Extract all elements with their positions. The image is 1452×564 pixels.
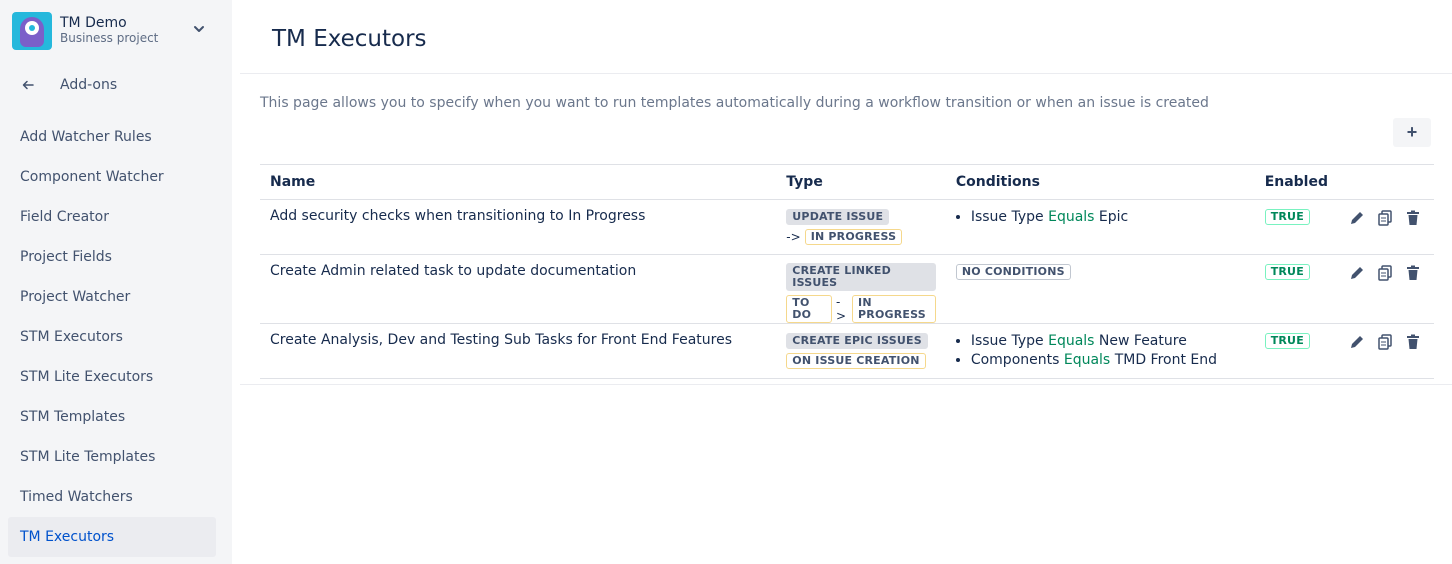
copy-icon[interactable] [1376, 264, 1394, 282]
transition-arrow: -> [835, 295, 847, 323]
executor-type-cell: UPDATE ISSUE -> IN PROGRESS [776, 199, 946, 255]
sidebar-item-component-watcher[interactable]: Component Watcher [8, 157, 216, 197]
type-lozenge: CREATE EPIC ISSUES [786, 333, 928, 349]
conditions-cell: Issue Type Equals New Feature Components… [945, 323, 1255, 379]
trash-icon[interactable] [1404, 209, 1422, 227]
enabled-cell: TRUE [1254, 323, 1339, 379]
column-header-actions [1338, 164, 1434, 200]
table-row: Create Analysis, Dev and Testing Sub Tas… [260, 323, 1434, 379]
executor-name: Create Analysis, Dev and Testing Sub Tas… [260, 323, 777, 379]
enabled-lozenge: TRUE [1264, 333, 1310, 349]
executor-type-cell: CREATE EPIC ISSUES ON ISSUE CREATION [776, 323, 946, 379]
enabled-cell: TRUE [1254, 254, 1339, 324]
project-name: TM Demo [60, 15, 127, 31]
trash-icon[interactable] [1404, 333, 1422, 351]
arrow-left-icon [22, 80, 34, 90]
condition-item: Issue Type Equals Epic [971, 207, 1245, 227]
no-conditions-lozenge: NO CONDITIONS [955, 264, 1071, 280]
back-to-addons-link[interactable]: Add-ons [20, 73, 117, 97]
column-header-enabled: Enabled [1254, 164, 1339, 200]
pencil-icon[interactable] [1348, 333, 1366, 351]
type-lozenge: CREATE LINKED ISSUES [786, 263, 936, 291]
chevron-down-icon[interactable] [192, 22, 206, 36]
executor-type-cell: CREATE LINKED ISSUES TO DO -> IN PROGRES… [776, 254, 946, 324]
sidebar-item-add-watcher-rules[interactable]: Add Watcher Rules [8, 117, 216, 157]
add-executor-button[interactable]: + [1393, 118, 1431, 147]
enabled-cell: TRUE [1254, 199, 1339, 255]
project-type: Business project [60, 31, 159, 45]
sidebar-item-field-creator[interactable]: Field Creator [8, 197, 216, 237]
transition-arrow: -> [786, 230, 801, 244]
pencil-icon[interactable] [1348, 209, 1366, 227]
table-row: Create Admin related task to update docu… [260, 254, 1434, 324]
column-header-conditions: Conditions [945, 164, 1255, 200]
type-lozenge: UPDATE ISSUE [786, 209, 890, 225]
actions-cell [1338, 323, 1434, 379]
table-header-row: Name Type Conditions Enabled [260, 164, 1434, 200]
column-header-name: Name [260, 164, 777, 200]
page-description: This page allows you to specify when you… [260, 95, 1209, 111]
pencil-icon[interactable] [1348, 264, 1366, 282]
column-header-type: Type [776, 164, 946, 200]
executor-name: Add security checks when transitioning t… [260, 199, 777, 255]
condition-item: Issue Type Equals New Feature [971, 331, 1245, 351]
sidebar-item-project-fields[interactable]: Project Fields [8, 237, 216, 277]
sidebar-item-stm-templates[interactable]: STM Templates [8, 397, 216, 437]
enabled-lozenge: TRUE [1264, 209, 1310, 225]
project-switcher[interactable]: TM Demo Business project [12, 12, 222, 50]
monster-avatar-icon [12, 12, 52, 50]
enabled-lozenge: TRUE [1264, 264, 1310, 280]
executors-table: Name Type Conditions Enabled Add securit… [260, 164, 1434, 379]
page-title: TM Executors [272, 26, 427, 52]
sidebar-item-project-watcher[interactable]: Project Watcher [8, 277, 216, 317]
conditions-cell: NO CONDITIONS [945, 254, 1255, 324]
actions-cell [1338, 199, 1434, 255]
title-divider [240, 73, 1452, 74]
back-label: Add-ons [60, 77, 118, 93]
table-row: Add security checks when transitioning t… [260, 199, 1434, 255]
status-lozenge-to: IN PROGRESS [804, 229, 903, 245]
copy-icon[interactable] [1376, 333, 1394, 351]
content-divider [240, 384, 1452, 385]
status-lozenge-from: TO DO [786, 295, 832, 323]
sidebar-item-stm-lite-executors[interactable]: STM Lite Executors [8, 357, 216, 397]
status-lozenge-to: IN PROGRESS [852, 295, 936, 323]
sidebar: TM Demo Business project Add-ons Add Wat… [0, 0, 232, 564]
sidebar-nav: Add Watcher Rules Component Watcher Fiel… [8, 117, 216, 557]
executor-name: Create Admin related task to update docu… [260, 254, 777, 324]
trigger-lozenge: ON ISSUE CREATION [786, 353, 926, 369]
condition-item: Components Equals TMD Front End [971, 350, 1245, 370]
trash-icon[interactable] [1404, 264, 1422, 282]
sidebar-item-stm-lite-templates[interactable]: STM Lite Templates [8, 437, 216, 477]
actions-cell [1338, 254, 1434, 324]
sidebar-item-stm-executors[interactable]: STM Executors [8, 317, 216, 357]
conditions-cell: Issue Type Equals Epic [945, 199, 1255, 255]
copy-icon[interactable] [1376, 209, 1394, 227]
sidebar-item-timed-watchers[interactable]: Timed Watchers [8, 477, 216, 517]
sidebar-item-tm-executors[interactable]: TM Executors [8, 517, 216, 557]
